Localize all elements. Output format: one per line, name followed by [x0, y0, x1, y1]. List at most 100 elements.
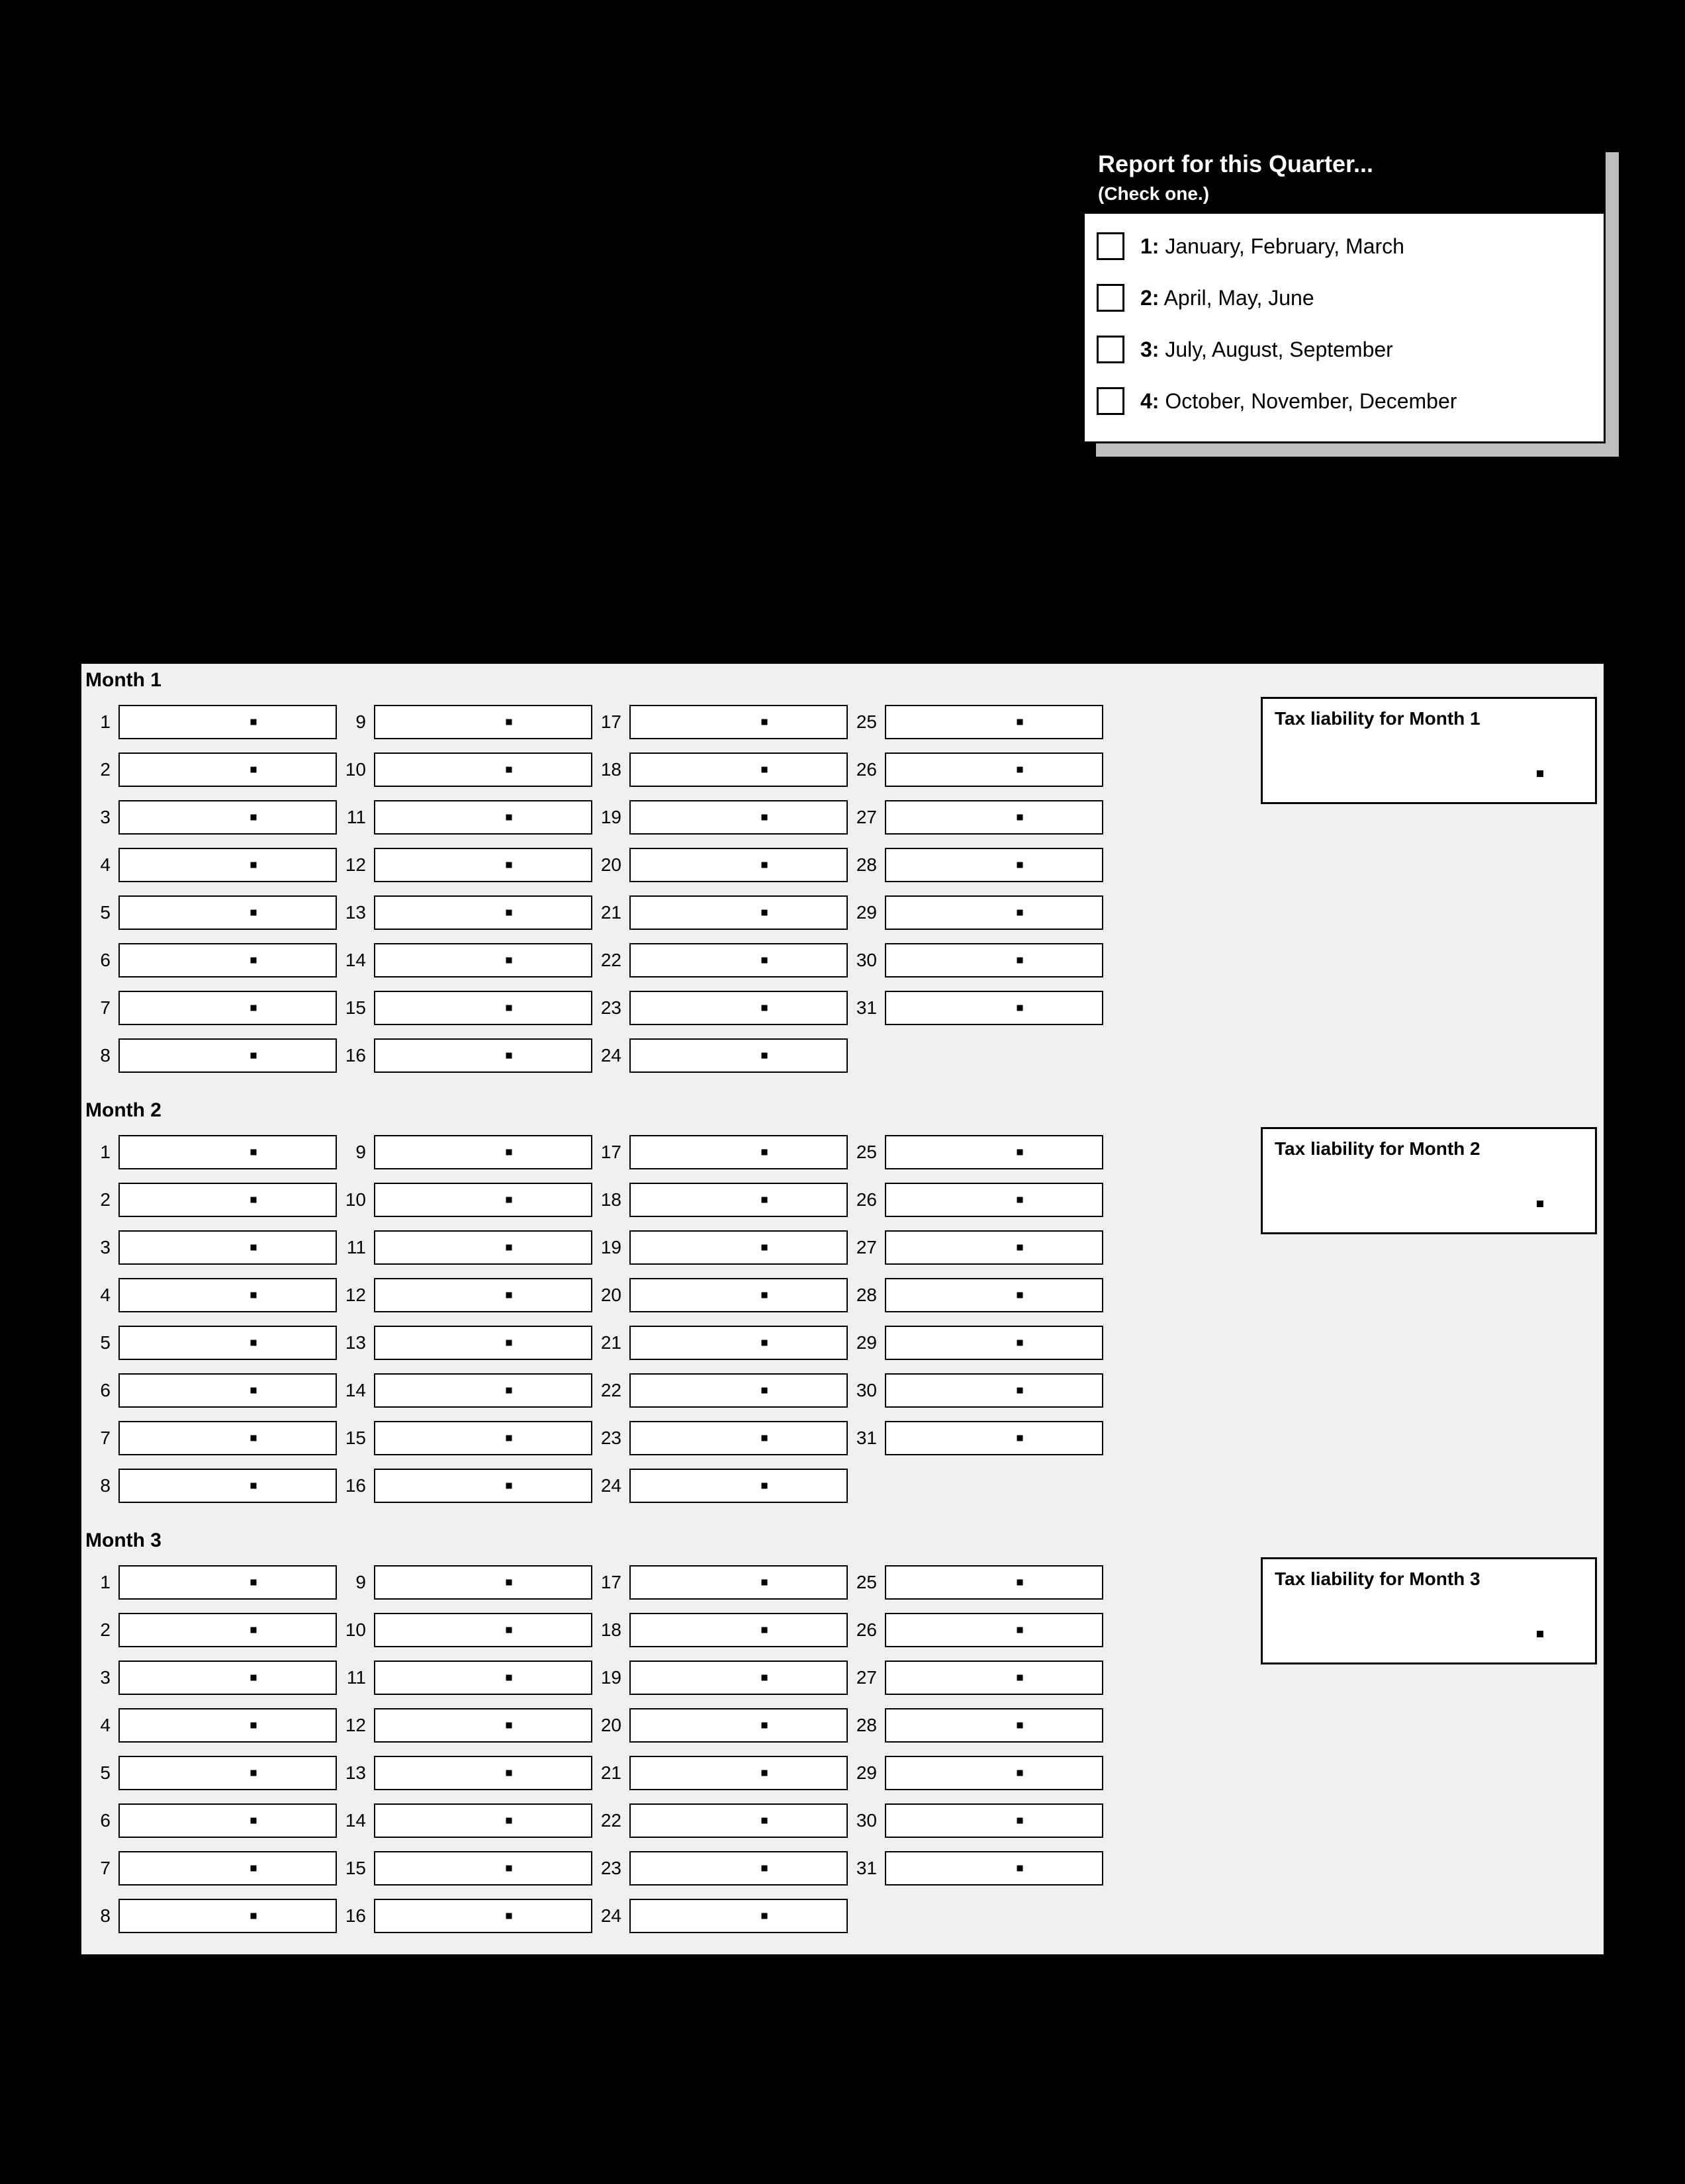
day-amount-input-m2-d11[interactable] [374, 1230, 592, 1265]
day-amount-input-m1-d8[interactable] [118, 1038, 337, 1073]
day-amount-input-m2-d23[interactable] [629, 1421, 848, 1455]
day-amount-input-m3-d12[interactable] [374, 1708, 592, 1743]
day-amount-input-m2-d3[interactable] [118, 1230, 337, 1265]
day-amount-input-m3-d31[interactable] [885, 1851, 1103, 1886]
day-amount-input-m1-d28[interactable] [885, 848, 1103, 882]
day-amount-input-m2-d14[interactable] [374, 1373, 592, 1408]
day-amount-input-m1-d31[interactable] [885, 991, 1103, 1025]
day-amount-input-m3-d19[interactable] [629, 1661, 848, 1695]
day-amount-input-m1-d15[interactable] [374, 991, 592, 1025]
day-amount-input-m3-d7[interactable] [118, 1851, 337, 1886]
day-amount-input-m1-d12[interactable] [374, 848, 592, 882]
day-amount-input-m1-d16[interactable] [374, 1038, 592, 1073]
day-amount-input-m3-d23[interactable] [629, 1851, 848, 1886]
day-amount-input-m1-d26[interactable] [885, 752, 1103, 787]
day-amount-input-m1-d9[interactable] [374, 705, 592, 739]
day-amount-input-m2-d26[interactable] [885, 1183, 1103, 1217]
day-amount-input-m1-d11[interactable] [374, 800, 592, 835]
day-amount-input-m1-d27[interactable] [885, 800, 1103, 835]
day-amount-input-m3-d22[interactable] [629, 1803, 848, 1838]
day-amount-input-m2-d9[interactable] [374, 1135, 592, 1169]
day-amount-input-m3-d4[interactable] [118, 1708, 337, 1743]
day-amount-input-m3-d30[interactable] [885, 1803, 1103, 1838]
day-amount-input-m1-d1[interactable] [118, 705, 337, 739]
day-amount-input-m1-d20[interactable] [629, 848, 848, 882]
day-amount-input-m2-d30[interactable] [885, 1373, 1103, 1408]
day-amount-input-m3-d1[interactable] [118, 1565, 337, 1600]
day-amount-input-m2-d2[interactable] [118, 1183, 337, 1217]
day-amount-input-m2-d24[interactable] [629, 1469, 848, 1503]
quarter-option-4[interactable]: 4: October, November, December [1097, 375, 1592, 427]
day-amount-input-m2-d29[interactable] [885, 1326, 1103, 1360]
day-amount-input-m2-d16[interactable] [374, 1469, 592, 1503]
day-amount-input-m3-d26[interactable] [885, 1613, 1103, 1647]
day-amount-input-m1-d24[interactable] [629, 1038, 848, 1073]
day-amount-input-m3-d15[interactable] [374, 1851, 592, 1886]
day-amount-input-m3-d27[interactable] [885, 1661, 1103, 1695]
quarter-option-3[interactable]: 3: July, August, September [1097, 324, 1592, 375]
day-amount-input-m1-d6[interactable] [118, 943, 337, 978]
day-amount-input-m1-d25[interactable] [885, 705, 1103, 739]
day-amount-input-m1-d18[interactable] [629, 752, 848, 787]
day-amount-input-m2-d21[interactable] [629, 1326, 848, 1360]
day-amount-input-m2-d15[interactable] [374, 1421, 592, 1455]
day-amount-input-m2-d27[interactable] [885, 1230, 1103, 1265]
day-amount-input-m1-d14[interactable] [374, 943, 592, 978]
day-amount-input-m1-d3[interactable] [118, 800, 337, 835]
day-amount-input-m3-d14[interactable] [374, 1803, 592, 1838]
day-amount-input-m2-d5[interactable] [118, 1326, 337, 1360]
month-2-total-box[interactable]: Tax liability for Month 2 [1261, 1127, 1597, 1234]
day-amount-input-m2-d22[interactable] [629, 1373, 848, 1408]
day-amount-input-m1-d29[interactable] [885, 895, 1103, 930]
day-amount-input-m1-d5[interactable] [118, 895, 337, 930]
day-amount-input-m3-d25[interactable] [885, 1565, 1103, 1600]
day-amount-input-m2-d31[interactable] [885, 1421, 1103, 1455]
day-amount-input-m1-d19[interactable] [629, 800, 848, 835]
day-amount-input-m2-d28[interactable] [885, 1278, 1103, 1312]
quarter-option-1[interactable]: 1: January, February, March [1097, 220, 1592, 272]
day-amount-input-m3-d2[interactable] [118, 1613, 337, 1647]
day-amount-input-m3-d20[interactable] [629, 1708, 848, 1743]
day-amount-input-m2-d20[interactable] [629, 1278, 848, 1312]
quarter-option-2[interactable]: 2: April, May, June [1097, 272, 1592, 324]
day-amount-input-m3-d18[interactable] [629, 1613, 848, 1647]
month-1-total-box[interactable]: Tax liability for Month 1 [1261, 697, 1597, 804]
day-amount-input-m2-d25[interactable] [885, 1135, 1103, 1169]
day-amount-input-m2-d13[interactable] [374, 1326, 592, 1360]
day-amount-input-m1-d22[interactable] [629, 943, 848, 978]
day-amount-input-m1-d21[interactable] [629, 895, 848, 930]
quarter-checkbox-3[interactable] [1097, 336, 1124, 363]
day-amount-input-m1-d13[interactable] [374, 895, 592, 930]
day-amount-input-m1-d4[interactable] [118, 848, 337, 882]
day-amount-input-m3-d11[interactable] [374, 1661, 592, 1695]
day-amount-input-m3-d17[interactable] [629, 1565, 848, 1600]
day-amount-input-m3-d3[interactable] [118, 1661, 337, 1695]
day-amount-input-m2-d6[interactable] [118, 1373, 337, 1408]
day-amount-input-m2-d19[interactable] [629, 1230, 848, 1265]
day-amount-input-m1-d30[interactable] [885, 943, 1103, 978]
day-amount-input-m3-d29[interactable] [885, 1756, 1103, 1790]
day-amount-input-m1-d17[interactable] [629, 705, 848, 739]
month-3-total-box[interactable]: Tax liability for Month 3 [1261, 1557, 1597, 1664]
day-amount-input-m3-d16[interactable] [374, 1899, 592, 1933]
day-amount-input-m3-d8[interactable] [118, 1899, 337, 1933]
day-amount-input-m3-d5[interactable] [118, 1756, 337, 1790]
day-amount-input-m2-d8[interactable] [118, 1469, 337, 1503]
day-amount-input-m3-d24[interactable] [629, 1899, 848, 1933]
day-amount-input-m1-d7[interactable] [118, 991, 337, 1025]
day-amount-input-m1-d10[interactable] [374, 752, 592, 787]
day-amount-input-m3-d21[interactable] [629, 1756, 848, 1790]
day-amount-input-m2-d7[interactable] [118, 1421, 337, 1455]
quarter-checkbox-2[interactable] [1097, 284, 1124, 312]
day-amount-input-m2-d10[interactable] [374, 1183, 592, 1217]
day-amount-input-m2-d1[interactable] [118, 1135, 337, 1169]
day-amount-input-m1-d23[interactable] [629, 991, 848, 1025]
day-amount-input-m2-d18[interactable] [629, 1183, 848, 1217]
quarter-checkbox-1[interactable] [1097, 232, 1124, 260]
day-amount-input-m3-d28[interactable] [885, 1708, 1103, 1743]
day-amount-input-m2-d12[interactable] [374, 1278, 592, 1312]
day-amount-input-m3-d6[interactable] [118, 1803, 337, 1838]
quarter-checkbox-4[interactable] [1097, 387, 1124, 415]
day-amount-input-m3-d13[interactable] [374, 1756, 592, 1790]
day-amount-input-m2-d17[interactable] [629, 1135, 848, 1169]
